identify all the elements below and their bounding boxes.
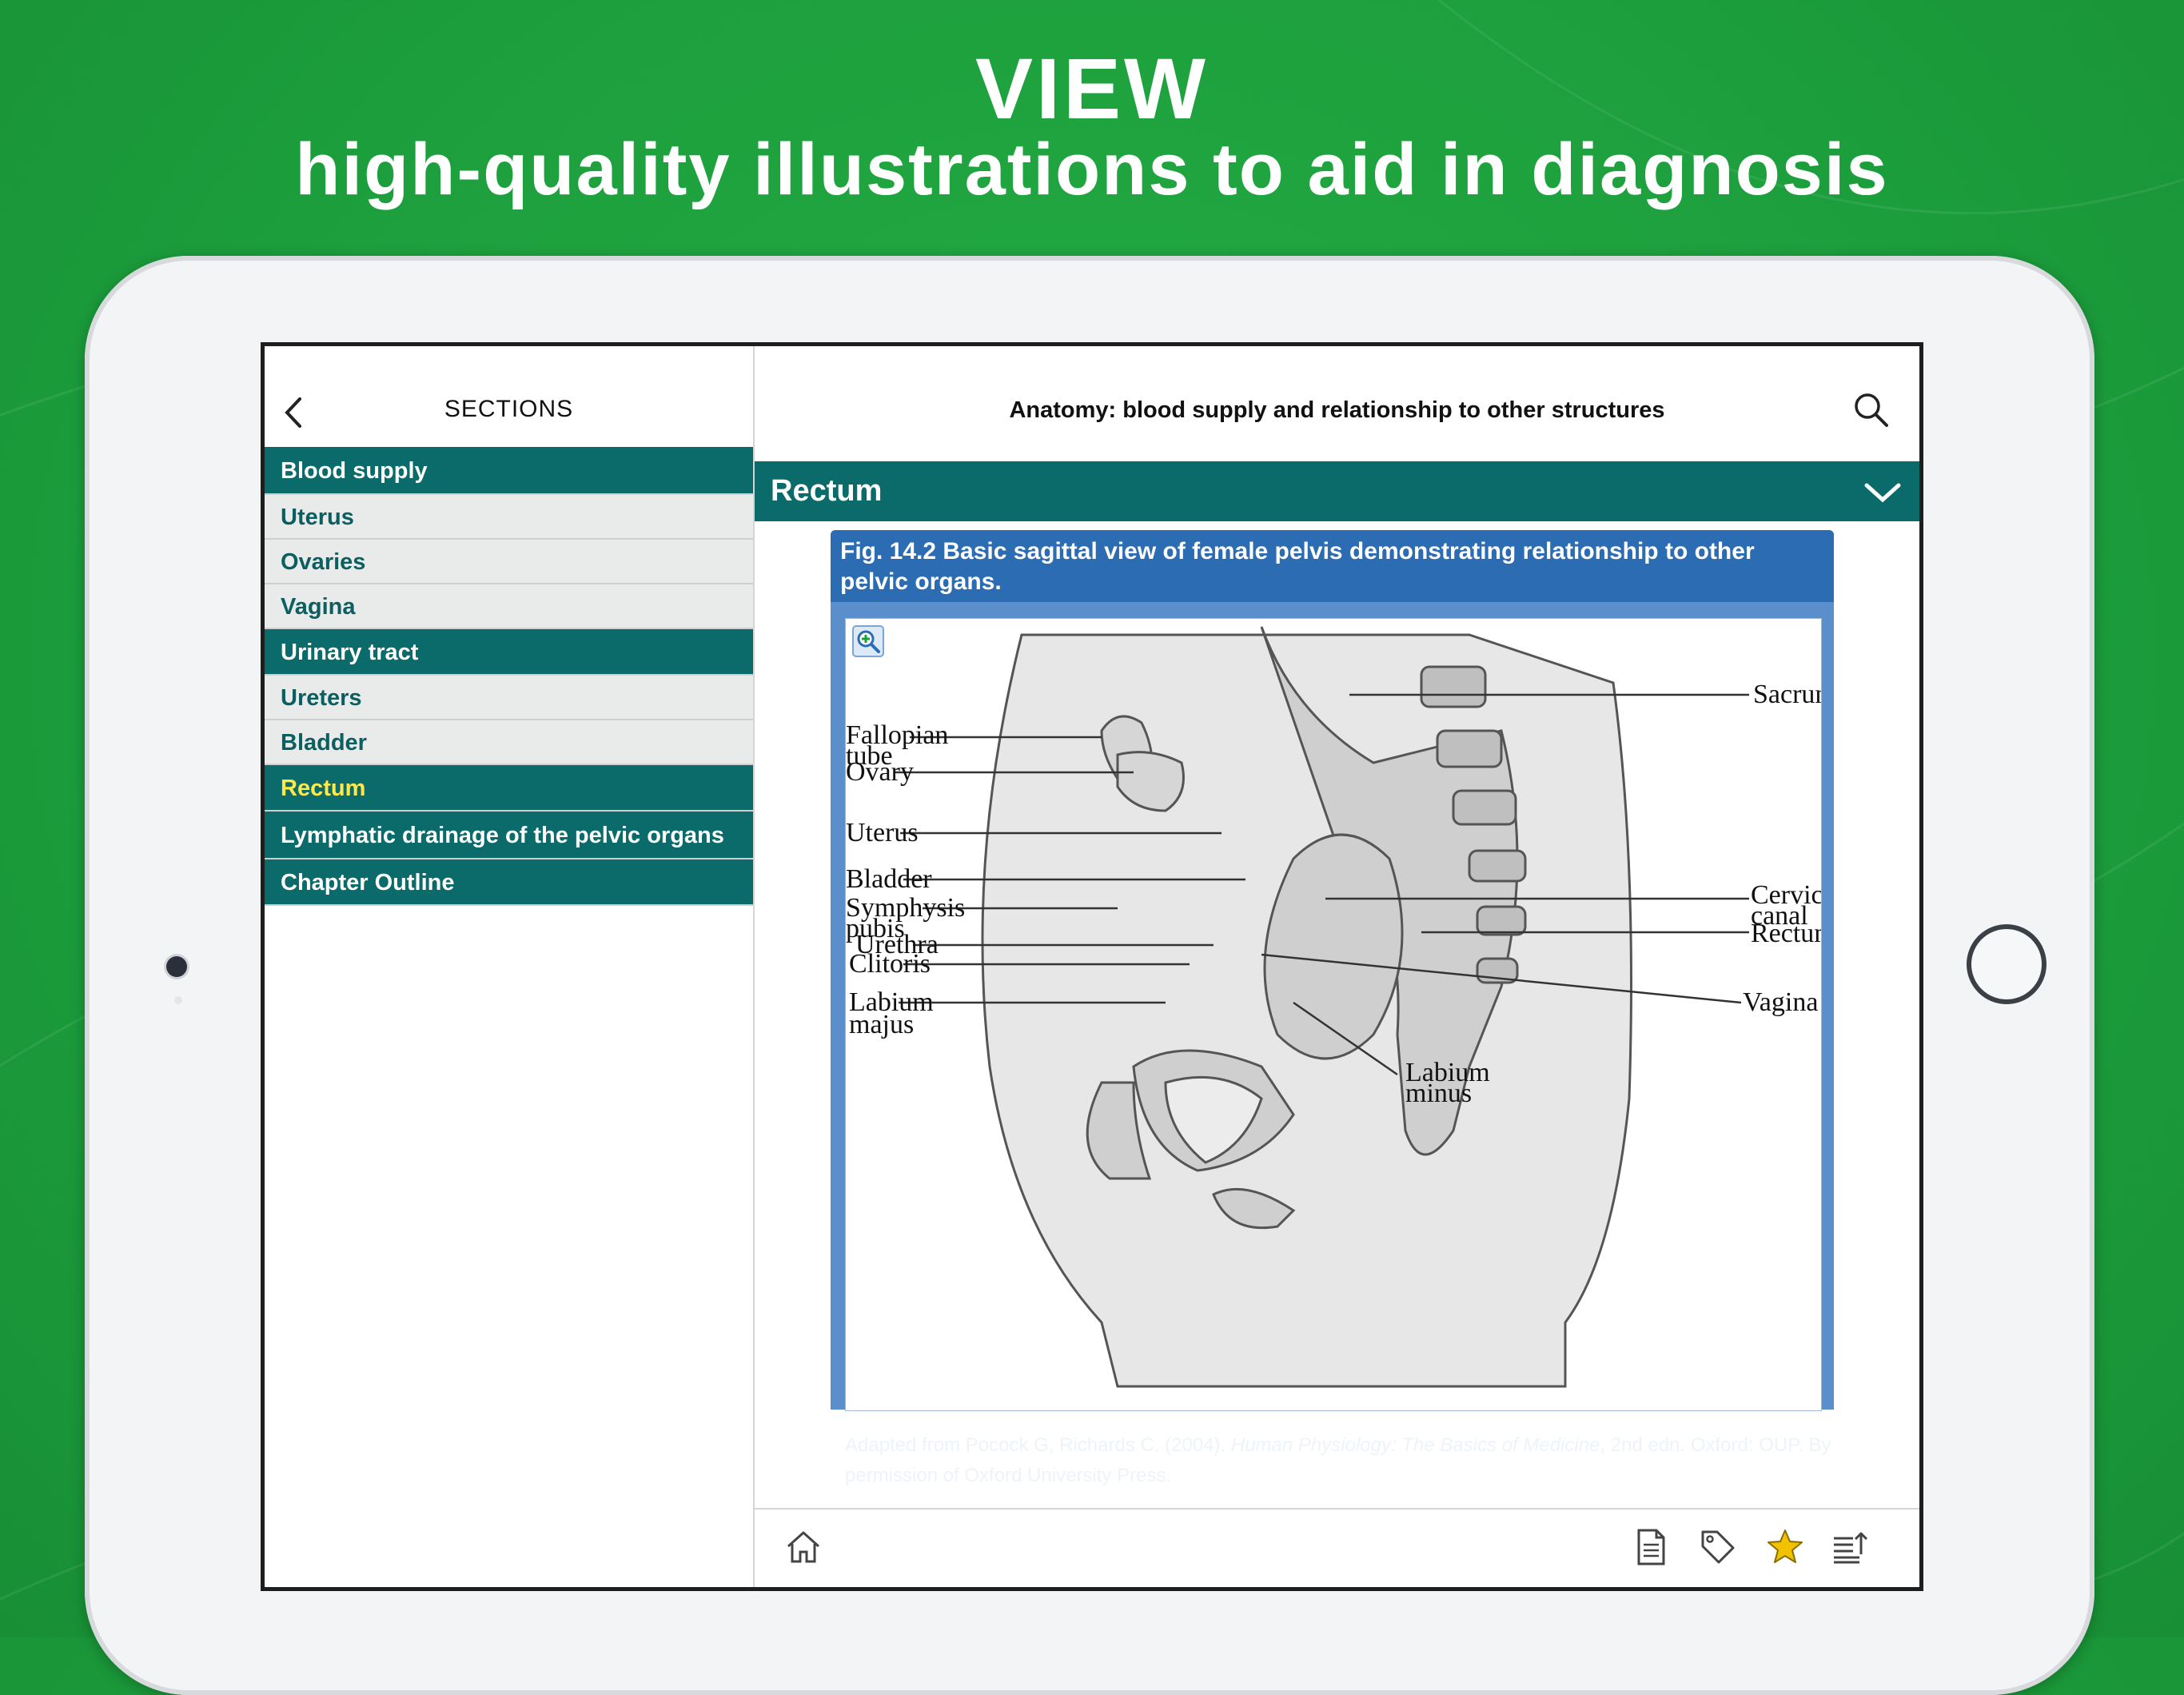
home-icon[interactable] bbox=[783, 1527, 823, 1567]
bottom-toolbar bbox=[755, 1508, 1919, 1587]
label-clitoris: Clitoris bbox=[849, 949, 931, 979]
label-bladder: Bladder bbox=[846, 864, 932, 894]
credit-book-title: Human Physiology: The Basics of Medicine bbox=[1230, 1434, 1600, 1456]
section-list: Blood supply Uterus Ovaries Vagina Urina… bbox=[265, 447, 753, 906]
ipad-screen: iPad SECTIONS Blood supply Uterus Ovarie… bbox=[261, 342, 1923, 1591]
home-button[interactable] bbox=[1967, 924, 2047, 1004]
label-majus: majus bbox=[849, 1010, 914, 1039]
label-minus: minus bbox=[1405, 1079, 1472, 1108]
section-item-ureters[interactable]: Ureters bbox=[265, 676, 753, 720]
section-item-blood-supply[interactable]: Blood supply bbox=[265, 447, 753, 495]
zoom-in-icon[interactable] bbox=[852, 625, 884, 657]
sidebar: SECTIONS Blood supply Uterus Ovaries Vag… bbox=[265, 346, 755, 1587]
outline-icon[interactable] bbox=[1831, 1527, 1871, 1567]
figure-caption: Fig. 14.2 Basic sagittal view of female … bbox=[831, 530, 1834, 602]
promo-subtitle: high-quality illustrations to aid in dia… bbox=[295, 129, 1889, 210]
section-header-bar[interactable]: Rectum bbox=[755, 461, 1919, 521]
label-vagina: Vagina bbox=[1743, 987, 1818, 1017]
figure-credit: Adapted from Pocock G, Richards C. (2004… bbox=[845, 1430, 1836, 1491]
label-sacrum: Sacrum bbox=[1753, 680, 1821, 709]
tag-icon[interactable] bbox=[1698, 1527, 1738, 1567]
main-header: Anatomy: blood supply and relationship t… bbox=[755, 377, 1919, 447]
promo-title: VIEW bbox=[974, 40, 1209, 137]
sidebar-header: SECTIONS bbox=[265, 377, 753, 447]
section-item-lymphatic-drainage[interactable]: Lymphatic drainage of the pelvic organs bbox=[265, 812, 753, 859]
document-icon[interactable] bbox=[1631, 1527, 1671, 1567]
front-camera bbox=[166, 956, 187, 977]
section-item-rectum[interactable]: Rectum bbox=[265, 765, 753, 812]
section-item-uterus[interactable]: Uterus bbox=[265, 495, 753, 540]
section-item-chapter-outline[interactable]: Chapter Outline bbox=[265, 859, 753, 906]
figure-image: Sacrum Fallopian tube Ovary Uterus Bladd… bbox=[845, 618, 1822, 1411]
chevron-down-icon[interactable] bbox=[1863, 481, 1902, 505]
section-item-bladder[interactable]: Bladder bbox=[265, 720, 753, 765]
sidebar-title: SECTIONS bbox=[444, 396, 574, 422]
section-title: Rectum bbox=[771, 474, 883, 508]
credit-prefix: Adapted from Pocock G, Richards C. (2004… bbox=[845, 1434, 1231, 1456]
main-pane: Anatomy: blood supply and relationship t… bbox=[755, 346, 1919, 1587]
page-title: Anatomy: blood supply and relationship t… bbox=[1009, 397, 1665, 423]
star-icon[interactable] bbox=[1765, 1527, 1805, 1567]
section-item-vagina[interactable]: Vagina bbox=[265, 584, 753, 629]
section-item-urinary-tract[interactable]: Urinary tract bbox=[265, 629, 753, 676]
label-uterus: Uterus bbox=[846, 818, 919, 848]
label-ovary: Ovary bbox=[846, 757, 914, 787]
label-rectum: Rectum bbox=[1751, 919, 1821, 948]
section-item-ovaries[interactable]: Ovaries bbox=[265, 540, 753, 584]
pelvis-diagram: Sacrum Fallopian tube Ovary Uterus Bladd… bbox=[846, 626, 1821, 1388]
figure-panel: Fig. 14.2 Basic sagittal view of female … bbox=[831, 530, 1834, 1486]
camera-sensor bbox=[174, 996, 182, 1004]
search-icon[interactable] bbox=[1852, 391, 1889, 428]
